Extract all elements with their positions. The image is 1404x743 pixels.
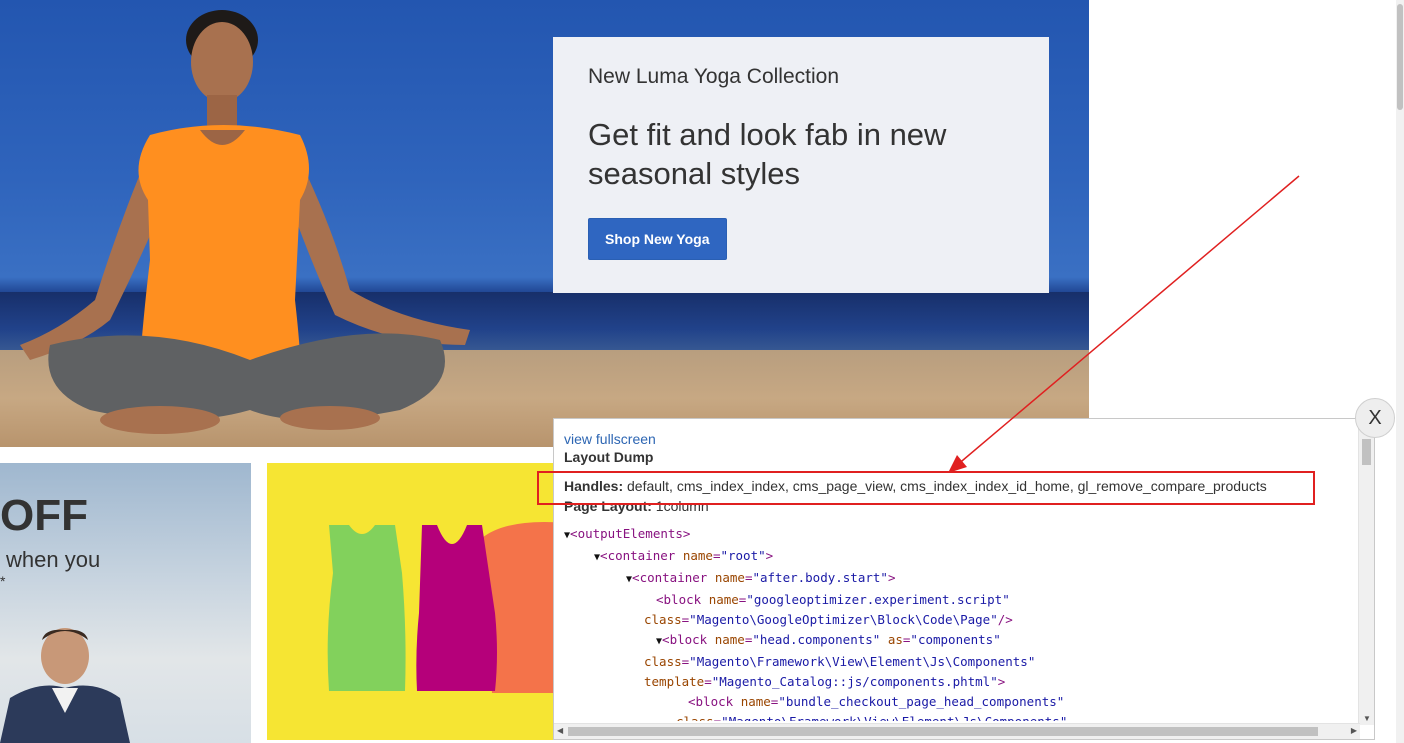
xml-token: > bbox=[765, 548, 774, 563]
scroll-right-icon[interactable]: ▶ bbox=[1351, 726, 1357, 735]
xml-token: as bbox=[887, 632, 903, 647]
xml-tree-line: ▼<block name="head.components" as="compo… bbox=[564, 630, 1360, 652]
shop-new-yoga-button[interactable]: Shop New Yoga bbox=[588, 218, 727, 260]
xml-tree: ▼<outputElements> ▼<container name="root"… bbox=[564, 524, 1360, 721]
xml-token: block bbox=[669, 632, 715, 647]
xml-token: < bbox=[688, 694, 696, 709]
scroll-down-icon[interactable]: ▼ bbox=[1363, 714, 1371, 723]
xml-tree-line: ▼<container name="after.body.start"> bbox=[564, 568, 1360, 590]
xml-token: block bbox=[695, 694, 741, 709]
promo-kicker: New Luma Yoga Collection bbox=[588, 65, 839, 88]
xml-token: name bbox=[708, 592, 739, 607]
xml-token: block bbox=[663, 592, 709, 607]
handles-highlight-box bbox=[537, 471, 1315, 505]
view-fullscreen-link[interactable]: view fullscreen bbox=[564, 431, 1360, 447]
page-scrollbar[interactable] bbox=[1396, 0, 1404, 743]
xml-tree-line: <block name="googleoptimizer.experiment.… bbox=[564, 590, 1360, 610]
xml-token: class bbox=[644, 654, 682, 669]
xml-token: container bbox=[639, 570, 715, 585]
xml-token: = bbox=[704, 674, 712, 689]
vertical-scroll-thumb[interactable] bbox=[1362, 439, 1371, 465]
xml-tree-line: ▼<outputElements> bbox=[564, 524, 1360, 546]
xml-token: template bbox=[644, 674, 705, 689]
xml-tree-line: class="Magento\Framework\View\Element\Js… bbox=[564, 652, 1360, 672]
dump-horizontal-scrollbar[interactable]: ◀ ▶ bbox=[554, 723, 1360, 739]
tile-when-text: when you bbox=[6, 547, 101, 572]
xml-token: /> bbox=[997, 612, 1013, 627]
xml-token: container bbox=[607, 548, 683, 563]
xml-token: "root" bbox=[720, 548, 766, 563]
xml-tree-line: class="Magento\Framework\View\Element\Js… bbox=[564, 712, 1360, 721]
xml-token: class bbox=[644, 612, 682, 627]
xml-token: name bbox=[714, 632, 745, 647]
xml-token: "head.components" bbox=[752, 632, 888, 647]
xml-token: "Magento_Catalog::js/components.phtml" bbox=[711, 674, 998, 689]
xml-tree-line: <block name="bundle_checkout_page_head_c… bbox=[564, 692, 1360, 712]
xml-token: outputElements bbox=[577, 526, 683, 541]
xml-token: "googleoptimizer.experiment.script" bbox=[746, 592, 1010, 607]
xml-token: < bbox=[632, 570, 640, 585]
page-scroll-thumb[interactable] bbox=[1397, 4, 1403, 110]
layout-dump-title: Layout Dump bbox=[564, 449, 654, 465]
xml-token: "Magento\Framework\View\Element\Js\Compo… bbox=[721, 714, 1067, 721]
promo-tile-men[interactable]: OFF when you * bbox=[0, 463, 251, 743]
xml-tree-line: class="Magento\GoogleOptimizer\Block\Cod… bbox=[564, 610, 1360, 630]
xml-tree-line: template="Magento_Catalog::js/components… bbox=[564, 672, 1360, 692]
xml-token: > bbox=[997, 674, 1006, 689]
yoga-woman-image bbox=[20, 10, 470, 434]
tile-off-text: OFF bbox=[0, 491, 88, 540]
xml-token: name bbox=[740, 694, 771, 709]
close-dump-button[interactable]: X bbox=[1355, 398, 1395, 438]
xml-token: "components" bbox=[910, 632, 1001, 647]
hero-banner[interactable]: New Luma Yoga Collection Get fit and loo… bbox=[0, 0, 1089, 447]
layout-dump-panel[interactable]: view fullscreen Layout Dump Handles: def… bbox=[553, 418, 1375, 740]
tile-star-text: * bbox=[0, 573, 6, 589]
xml-token: < bbox=[662, 632, 670, 647]
scroll-left-icon[interactable]: ◀ bbox=[557, 726, 563, 735]
xml-token: "bundle_checkout_page_head_components" bbox=[778, 694, 1065, 709]
dump-vertical-scrollbar[interactable]: ▲ ▼ bbox=[1358, 419, 1374, 725]
xml-token: class bbox=[676, 714, 714, 721]
man-hoodie-image bbox=[0, 628, 130, 743]
xml-tree-line: ▼<container name="root"> bbox=[564, 546, 1360, 568]
xml-token: "Magento\GoogleOptimizer\Block\Code\Page… bbox=[689, 612, 998, 627]
xml-token: < bbox=[570, 526, 578, 541]
xml-token: < bbox=[656, 592, 664, 607]
xml-token: > bbox=[682, 526, 691, 541]
page: New Luma Yoga Collection Get fit and loo… bbox=[0, 0, 1404, 743]
xml-token: "after.body.start" bbox=[752, 570, 888, 585]
xml-token: < bbox=[600, 548, 608, 563]
tank-tops-image bbox=[327, 522, 567, 693]
xml-token: name bbox=[714, 570, 745, 585]
xml-token: "Magento\Framework\View\Element\Js\Compo… bbox=[689, 654, 1036, 669]
promo-title: Get fit and look fab in new seasonal sty… bbox=[588, 117, 947, 191]
promo-tile-tanks[interactable] bbox=[267, 463, 567, 740]
horizontal-scroll-thumb[interactable] bbox=[568, 727, 1318, 736]
promo-box: New Luma Yoga Collection Get fit and loo… bbox=[553, 37, 1049, 293]
xml-token: > bbox=[887, 570, 896, 585]
xml-token: name bbox=[682, 548, 713, 563]
